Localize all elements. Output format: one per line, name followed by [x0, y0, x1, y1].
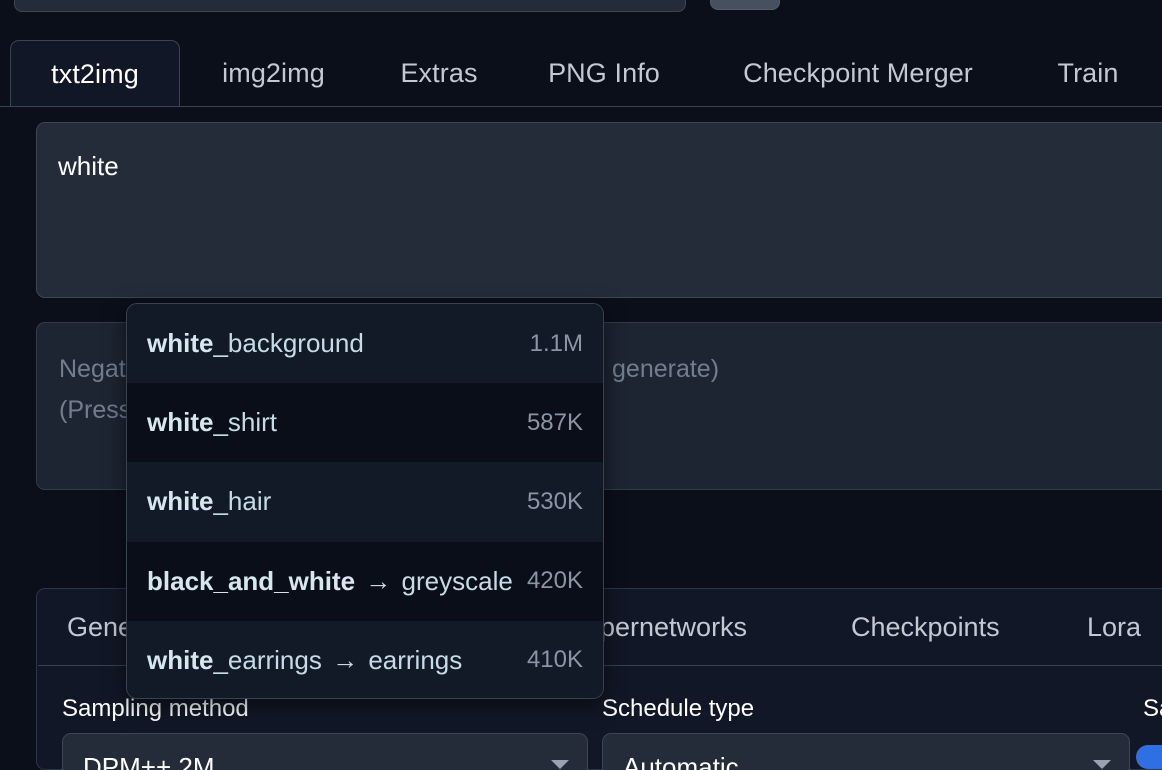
autocomplete-item[interactable]: white_shirt 587K — [127, 383, 603, 463]
top-toolbar-strip — [0, 0, 1162, 12]
chevron-down-icon — [551, 760, 569, 769]
sampling-steps-label: Sa — [1143, 695, 1162, 722]
tab-png-info[interactable]: PNG Info — [528, 40, 680, 107]
prompt-textarea[interactable]: white — [36, 122, 1162, 298]
refresh-button[interactable] — [710, 0, 780, 10]
autocomplete-term: white_hair — [147, 486, 272, 517]
autocomplete-count: 1.1M — [529, 329, 583, 357]
extra-tab-hypernetworks[interactable]: Hypernetworks — [567, 589, 827, 666]
autocomplete-item[interactable]: black_and_white → greyscale 420K — [127, 541, 603, 621]
autocomplete-count: 530K — [526, 487, 583, 515]
autocomplete-count: 420K — [526, 567, 583, 595]
stable-diffusion-webui: txt2img img2img Extras PNG Info Checkpoi… — [0, 0, 1162, 770]
tag-autocomplete-dropdown[interactable]: white_background 1.1M white_shirt 587K white… — [126, 303, 604, 699]
autocomplete-item[interactable]: white_background 1.1M — [127, 304, 603, 384]
autocomplete-term: white_background — [147, 328, 364, 359]
autocomplete-count: 587K — [526, 408, 583, 436]
extra-tab-lora[interactable]: Lora — [1087, 589, 1162, 666]
tab-img2img[interactable]: img2img — [196, 40, 351, 107]
tab-train[interactable]: Train — [1040, 40, 1136, 107]
sampling-method-select[interactable]: DPM++ 2M — [62, 733, 588, 770]
tab-bar-divider — [0, 106, 1162, 107]
autocomplete-term: black_and_white → greyscale — [147, 565, 513, 596]
chevron-down-icon-2 — [1093, 760, 1111, 769]
sampling-method-label: Sampling method — [62, 695, 249, 722]
autocomplete-term: white_shirt — [147, 407, 278, 438]
tab-checkpoint-merger[interactable]: Checkpoint Merger — [714, 40, 1002, 107]
main-tab-bar: txt2img img2img Extras PNG Info Checkpoi… — [0, 40, 1162, 107]
tab-txt2img[interactable]: txt2img — [10, 40, 180, 107]
schedule-type-label: Schedule type — [602, 695, 755, 722]
tab-extras[interactable]: Extras — [384, 40, 494, 107]
autocomplete-item[interactable]: white_earrings → earrings 410K — [127, 620, 603, 698]
sampling-method-value: DPM++ 2M — [83, 752, 215, 770]
autocomplete-count: 410K — [526, 646, 583, 674]
extra-tab-checkpoints[interactable]: Checkpoints — [851, 589, 1077, 666]
schedule-type-value: Automatic — [623, 752, 739, 770]
autocomplete-item[interactable]: white_hair 530K — [127, 462, 603, 542]
model-checkpoint-field[interactable] — [14, 0, 686, 12]
autocomplete-term: white_earrings → earrings — [147, 644, 463, 675]
sampling-steps-slider-handle[interactable] — [1136, 745, 1162, 769]
autocomplete-list: white_background 1.1M white_shirt 587K white… — [127, 304, 603, 698]
prompt-value: white — [58, 151, 119, 181]
schedule-type-select[interactable]: Automatic — [602, 733, 1130, 770]
